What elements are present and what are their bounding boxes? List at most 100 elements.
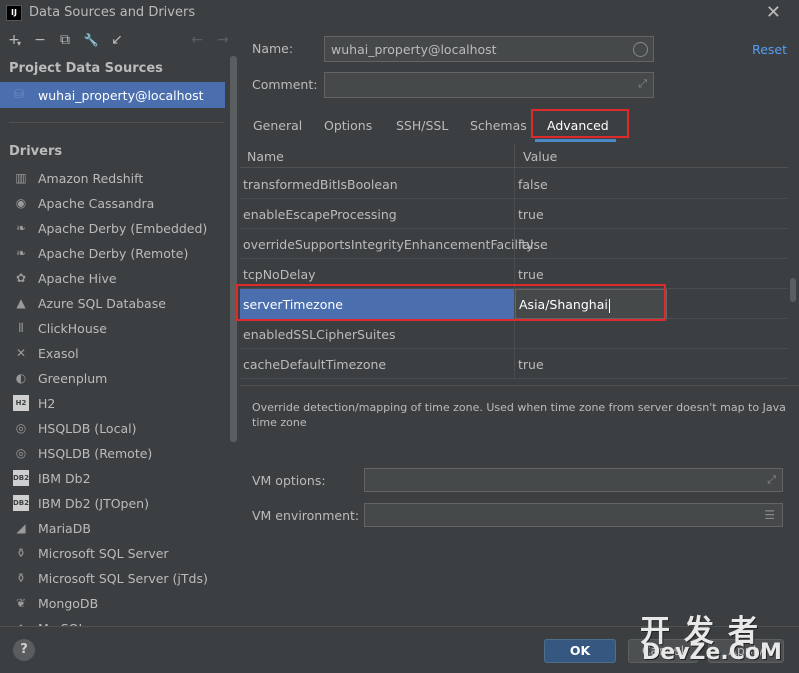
ok-button[interactable]: OK: [544, 639, 616, 663]
table-scrollbar[interactable]: [789, 144, 797, 385]
driver-item[interactable]: ⚱ Microsoft SQL Server: [0, 541, 228, 566]
name-value: wuhai_property@localhost: [331, 42, 497, 57]
driver-label: Greenplum: [38, 371, 108, 386]
mongodb-icon: ❦: [15, 596, 27, 610]
property-name-cell[interactable]: overrideSupportsIntegrityEnhancementFaci…: [243, 237, 534, 252]
close-icon[interactable]: ✕: [766, 2, 781, 23]
vm-options-label: VM options:: [252, 473, 326, 488]
mariadb-icon: ◢: [16, 521, 26, 535]
expand-icon[interactable]: ⤢: [767, 473, 776, 487]
advanced-tab-highlight-box: [531, 109, 629, 138]
hsqldb-icon: ◎: [15, 446, 27, 460]
property-name-cell[interactable]: cacheDefaultTimezone: [243, 357, 386, 372]
driver-item[interactable]: ✕ Exasol: [0, 341, 228, 366]
table-row[interactable]: cacheDefaultTimezone true: [240, 349, 788, 379]
column-header-value[interactable]: Value: [523, 149, 557, 164]
project-data-sources-heading: Project Data Sources: [9, 61, 163, 76]
scrollbar-thumb[interactable]: [790, 278, 796, 302]
wrench-icon[interactable]: 🔧: [82, 31, 100, 49]
property-name-cell[interactable]: enabledSSLCipherSuites: [243, 327, 395, 342]
driver-item[interactable]: ◉ Apache Cassandra: [0, 191, 228, 216]
driver-item[interactable]: ◎ HSQLDB (Remote): [0, 441, 228, 466]
tab-ssh-ssl[interactable]: SSH/SSL: [396, 118, 448, 133]
table-row[interactable]: overrideSupportsIntegrityEnhancementFaci…: [240, 229, 788, 259]
data-source-item[interactable]: ⛁ wuhai_property@localhost: [0, 82, 225, 108]
driver-item[interactable]: ❧ Apache Derby (Remote): [0, 241, 228, 266]
property-value-cell[interactable]: true: [518, 267, 544, 282]
driver-item[interactable]: ▲ Azure SQL Database: [0, 291, 228, 316]
list-icon[interactable]: ☰: [764, 508, 775, 522]
driver-item[interactable]: ✿ Apache Hive: [0, 266, 228, 291]
driver-item[interactable]: DB2 IBM Db2 (JTOpen): [0, 491, 228, 516]
duplicate-icon[interactable]: ⧉: [56, 31, 74, 49]
left-panel: + ▾ − ⧉ 🔧 ↙ ← → Project Data Sources ⛁ w…: [0, 26, 240, 636]
driver-label: Apache Hive: [38, 271, 117, 286]
table-row[interactable]: enableEscapeProcessing true: [240, 199, 788, 229]
app-icon: IJ: [6, 5, 22, 21]
cassandra-icon: ◉: [15, 196, 27, 210]
section-divider: [9, 122, 225, 123]
db2-icon: DB2: [13, 495, 29, 511]
table-row[interactable]: transformedBitIsBoolean false: [240, 169, 788, 199]
property-value-cell[interactable]: false: [518, 237, 548, 252]
property-value-cell[interactable]: true: [518, 207, 544, 222]
forward-arrow-icon[interactable]: →: [214, 31, 232, 49]
watermark-line-2: DevZe.CoM: [642, 640, 782, 665]
driver-item[interactable]: ◢ MariaDB: [0, 516, 228, 541]
driver-label: Azure SQL Database: [38, 296, 166, 311]
vm-environment-field[interactable]: ☰: [364, 503, 783, 527]
tab-options[interactable]: Options: [324, 118, 372, 133]
driver-label: Amazon Redshift: [38, 171, 144, 186]
remove-icon[interactable]: −: [31, 31, 49, 49]
driver-item[interactable]: ◐ Greenplum: [0, 366, 228, 391]
import-icon[interactable]: ↙: [108, 31, 126, 49]
property-value-cell[interactable]: true: [518, 357, 544, 372]
driver-label: Apache Derby (Remote): [38, 246, 189, 261]
driver-item[interactable]: ▥ Amazon Redshift: [0, 166, 228, 191]
description-divider: [240, 385, 799, 386]
comment-field[interactable]: ⤢: [324, 72, 654, 98]
name-label: Name:: [252, 41, 294, 56]
vm-options-field[interactable]: ⤢: [364, 468, 783, 492]
server-timezone-highlight-box: [236, 284, 666, 321]
driver-label: IBM Db2: [38, 471, 91, 486]
property-value-cell[interactable]: false: [518, 177, 548, 192]
hsqldb-icon: ◎: [15, 421, 27, 435]
property-name-cell[interactable]: transformedBitIsBoolean: [243, 177, 398, 192]
driver-item[interactable]: DB2 IBM Db2: [0, 466, 228, 491]
tab-schemas[interactable]: Schemas: [470, 118, 527, 133]
driver-label: MariaDB: [38, 521, 91, 536]
driver-label: Microsoft SQL Server: [38, 546, 169, 561]
driver-item[interactable]: ❦ MongoDB: [0, 591, 228, 616]
mssql-icon: ⚱: [15, 546, 27, 560]
properties-table: Name Value transformedBitIsBoolean false e…: [240, 144, 788, 385]
column-divider: [514, 319, 515, 349]
property-name-cell[interactable]: enableEscapeProcessing: [243, 207, 397, 222]
driver-label: Exasol: [38, 346, 79, 361]
data-source-label: wuhai_property@localhost: [38, 88, 204, 103]
azure-icon: ▲: [16, 296, 26, 310]
column-header-name[interactable]: Name: [247, 149, 284, 164]
comment-label: Comment:: [252, 77, 318, 92]
back-arrow-icon[interactable]: ←: [188, 31, 206, 49]
table-row[interactable]: enabledSSLCipherSuites: [240, 319, 788, 349]
driver-item[interactable]: H2 H2: [0, 391, 228, 416]
tab-general[interactable]: General: [253, 118, 302, 133]
reset-link[interactable]: Reset: [752, 42, 787, 57]
name-field[interactable]: wuhai_property@localhost: [324, 36, 654, 62]
help-button[interactable]: ?: [13, 639, 35, 661]
redshift-icon: ▥: [15, 171, 27, 185]
left-scrollbar[interactable]: [230, 56, 237, 442]
add-chevron-icon[interactable]: ▾: [15, 35, 23, 53]
driver-label: ClickHouse: [38, 321, 107, 336]
expand-icon[interactable]: ⤢: [638, 77, 647, 91]
hive-icon: ✿: [15, 271, 27, 285]
driver-item[interactable]: ⚱ Microsoft SQL Server (jTds): [0, 566, 228, 591]
driver-item[interactable]: ⦀ ClickHouse: [0, 316, 228, 341]
greenplum-icon: ◐: [15, 371, 27, 385]
derby-icon: ❧: [15, 246, 27, 260]
property-description: Override detection/mapping of time zone.…: [252, 401, 786, 429]
driver-item[interactable]: ❧ Apache Derby (Embedded): [0, 216, 228, 241]
property-name-cell[interactable]: tcpNoDelay: [243, 267, 316, 282]
driver-item[interactable]: ◎ HSQLDB (Local): [0, 416, 228, 441]
